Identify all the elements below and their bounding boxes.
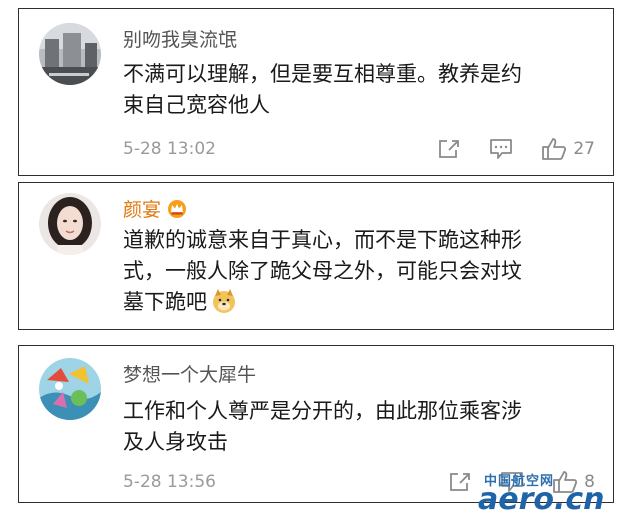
like-icon [542, 138, 567, 160]
share-button[interactable] [448, 471, 472, 493]
avatar[interactable] [39, 193, 101, 255]
username-vip[interactable]: 颜宴 [123, 195, 187, 222]
avatar-illustration-icon [39, 358, 101, 420]
avatar[interactable] [39, 358, 101, 420]
share-icon [450, 473, 471, 491]
comment-text: 不满可以理解，但是要互相尊重。教养是约 束自己宽容他人 [123, 62, 522, 117]
timestamp: 5-28 13:02 [123, 139, 216, 159]
doge-emoji-icon [213, 289, 235, 313]
avatar[interactable] [39, 23, 101, 85]
username[interactable]: 梦想一个大犀牛 [123, 360, 256, 387]
like-button[interactable]: 27 [541, 137, 595, 161]
username[interactable]: 别吻我臭流氓 [123, 25, 237, 52]
comment-footer: 5-28 13:02 27 [123, 135, 595, 163]
share-button[interactable] [437, 138, 461, 160]
watermark-logo: 中国航空网 aero.cn [472, 470, 636, 520]
share-icon [439, 140, 460, 158]
comment-card: 颜宴 道歉的诚意来自于真心，而不是下跪这种形 式，一般人除了跪父母之外，可能只会… [18, 182, 614, 330]
avatar-portrait-icon [39, 193, 101, 255]
comment-actions: 27 [409, 137, 595, 161]
watermark-english: aero.cn [478, 482, 605, 517]
comment-text: 道歉的诚意来自于真心，而不是下跪这种形 式，一般人除了跪父母之外，可能只会对坟 … [123, 228, 522, 314]
comment-button[interactable] [489, 138, 513, 160]
comment-icon [490, 139, 513, 159]
avatar-street-photo-icon [39, 23, 101, 85]
vip-crown-icon [168, 200, 187, 218]
comment-card: 别吻我臭流氓 不满可以理解，但是要互相尊重。教养是约 束自己宽容他人 5-28 … [18, 8, 614, 176]
timestamp: 5-28 13:56 [123, 472, 216, 492]
comment-text: 工作和个人尊严是分开的，由此那位乘客涉 及人身攻击 [123, 399, 522, 454]
like-count: 27 [573, 139, 595, 159]
